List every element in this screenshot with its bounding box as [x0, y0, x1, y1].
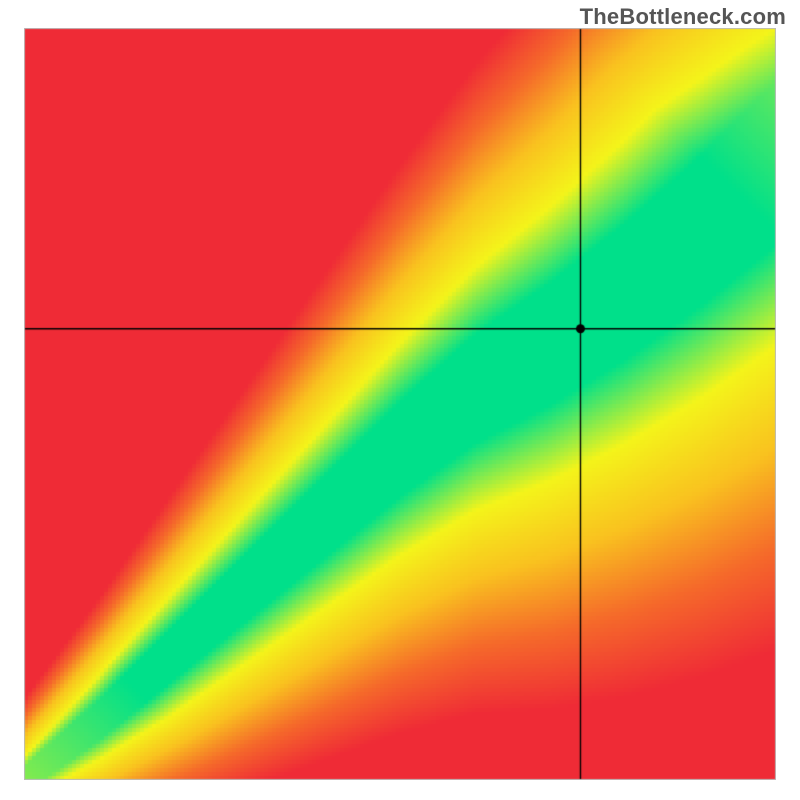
heatmap-canvas [24, 28, 776, 780]
chart-container: TheBottleneck.com [0, 0, 800, 800]
watermark-label: TheBottleneck.com [580, 4, 786, 30]
